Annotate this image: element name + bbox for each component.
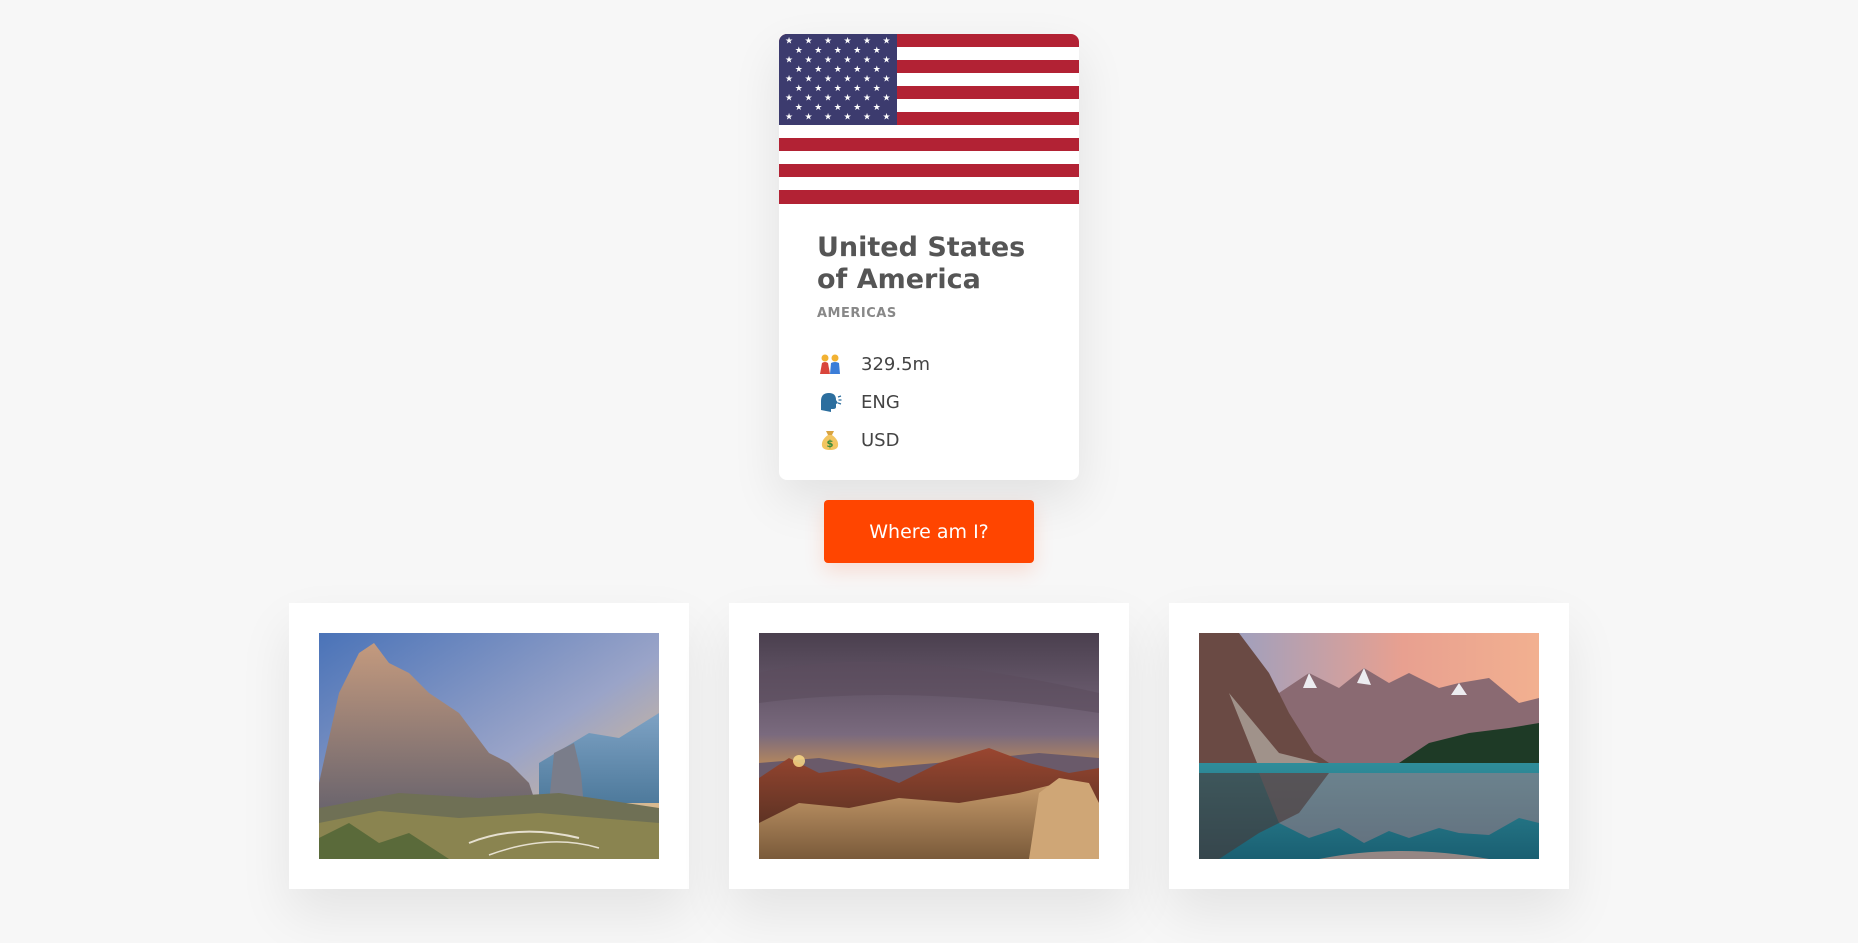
country-stats: 329.5m ENG $ USD <box>817 345 1041 459</box>
red-rock-canyon-sunset-photo <box>759 633 1099 859</box>
svg-text:★: ★ <box>785 113 793 123</box>
photo-card-1[interactable] <box>289 603 689 889</box>
svg-text:★: ★ <box>834 65 842 75</box>
currency-value: USD <box>861 429 900 451</box>
svg-text:★: ★ <box>863 113 871 123</box>
where-am-i-button[interactable]: Where am I? <box>824 500 1034 563</box>
mountain-dolomites-photo <box>319 633 659 859</box>
svg-text:$: $ <box>827 439 834 450</box>
svg-text:★: ★ <box>843 37 851 47</box>
svg-text:★: ★ <box>863 75 871 85</box>
svg-text:★: ★ <box>882 56 890 66</box>
svg-text:★: ★ <box>824 56 832 66</box>
svg-text:★: ★ <box>882 75 890 85</box>
svg-text:★: ★ <box>804 37 812 47</box>
svg-text:★: ★ <box>814 84 822 94</box>
svg-text:★: ★ <box>824 94 832 104</box>
svg-text:★: ★ <box>843 75 851 85</box>
mountain-lake-reflection-photo <box>1199 633 1539 859</box>
svg-text:★: ★ <box>785 37 793 47</box>
svg-text:★: ★ <box>804 75 812 85</box>
svg-text:★: ★ <box>804 56 812 66</box>
svg-text:★: ★ <box>795 65 803 75</box>
population-value: 329.5m <box>861 353 931 375</box>
currency-row: $ USD <box>817 421 1041 459</box>
svg-text:★: ★ <box>834 84 842 94</box>
svg-text:★: ★ <box>853 103 861 113</box>
svg-text:★: ★ <box>834 46 842 56</box>
svg-text:★: ★ <box>863 56 871 66</box>
svg-text:★: ★ <box>882 113 890 123</box>
language-value: ENG <box>861 391 900 413</box>
svg-text:★: ★ <box>814 103 822 113</box>
photo-gallery <box>289 603 1569 889</box>
svg-text:★: ★ <box>795 46 803 56</box>
region-label: AMERICAS <box>817 306 897 321</box>
country-card: ★ ★ ★ ★ ★ ★ ★ ★ ★ ★ ★ ★ ★ ★ ★ ★ ★ ★ ★ ★ ★ ★ ★ ★ ★ ★ ★ ★ ★ ★ ★ ★ ★ ★ ★ ★ ★ ★ ★ ★… <box>779 34 1079 480</box>
svg-text:★: ★ <box>843 113 851 123</box>
svg-text:★: ★ <box>814 46 822 56</box>
flag-image: ★ ★ ★ ★ ★ ★★ ★ ★ ★ ★★ ★ ★ ★ ★ ★★ ★ ★ ★ ★★ ★ ★ ★ ★ ★★ ★ ★ ★ ★★ ★ ★ ★ ★ ★★… <box>779 34 1079 204</box>
population-row: 329.5m <box>817 345 1041 383</box>
svg-text:★: ★ <box>873 84 881 94</box>
svg-text:★: ★ <box>863 37 871 47</box>
language-row: ENG <box>817 383 1041 421</box>
svg-text:★: ★ <box>873 65 881 75</box>
svg-text:★: ★ <box>795 84 803 94</box>
svg-text:★: ★ <box>843 94 851 104</box>
svg-text:★: ★ <box>824 37 832 47</box>
svg-text:★: ★ <box>824 113 832 123</box>
country-name: United States of America <box>817 232 1026 295</box>
money-bag-icon: $ <box>817 427 843 453</box>
svg-text:★: ★ <box>882 37 890 47</box>
svg-text:★: ★ <box>843 56 851 66</box>
svg-text:★: ★ <box>853 46 861 56</box>
speaking-head-icon <box>817 389 843 415</box>
svg-text:★: ★ <box>824 75 832 85</box>
people-icon <box>817 351 843 377</box>
photo-card-2[interactable] <box>729 603 1129 889</box>
svg-text:★: ★ <box>873 103 881 113</box>
svg-text:★: ★ <box>863 94 871 104</box>
svg-text:★: ★ <box>873 46 881 56</box>
svg-text:★: ★ <box>804 113 812 123</box>
svg-text:★: ★ <box>882 94 890 104</box>
svg-text:★: ★ <box>785 75 793 85</box>
svg-text:★: ★ <box>853 84 861 94</box>
svg-text:★: ★ <box>795 103 803 113</box>
photo-card-3[interactable] <box>1169 603 1569 889</box>
svg-text:★: ★ <box>785 94 793 104</box>
svg-text:★: ★ <box>834 103 842 113</box>
svg-text:★: ★ <box>804 94 812 104</box>
svg-text:★: ★ <box>814 65 822 75</box>
svg-text:★: ★ <box>785 56 793 66</box>
svg-text:★: ★ <box>853 65 861 75</box>
